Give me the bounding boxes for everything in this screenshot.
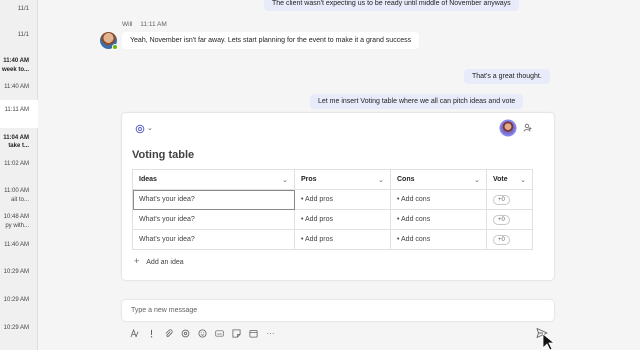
idea-cell[interactable]: What's your idea? <box>132 229 295 250</box>
chat-list-time: 10:29 AM <box>3 297 29 303</box>
loop-icon[interactable] <box>179 327 192 339</box>
table-row: What's your idea? • Add pros • Add cons … <box>132 209 533 230</box>
cons-cell[interactable]: • Add cons <box>390 209 487 230</box>
chat-list-time: 11/1 <box>17 32 29 38</box>
compose-toolbar: GIF ··· <box>128 327 277 339</box>
chat-list-time: 10:29 AM <box>3 269 29 275</box>
sticker-icon[interactable] <box>230 327 243 339</box>
chat-list-time: 11:04 AM <box>3 135 29 141</box>
chat-list-time: 11:00 AM <box>4 188 29 194</box>
idea-cell[interactable]: What's your idea? <box>132 209 295 230</box>
avatar[interactable] <box>100 32 118 50</box>
schedule-icon[interactable] <box>247 327 260 339</box>
message-time: 11:11 AM <box>140 21 167 28</box>
column-header-vote[interactable]: Vote ⌄ <box>486 169 533 190</box>
conversation-pane: The client wasn't expecting us to be rea… <box>38 0 640 350</box>
format-icon[interactable] <box>128 327 141 339</box>
add-idea-label: Add an idea <box>146 259 184 266</box>
vote-cell: +0 <box>486 189 533 210</box>
message-meta: Will 11:11 AM <box>122 21 173 28</box>
column-header-pros[interactable]: Pros ⌄ <box>294 169 391 190</box>
pros-cell[interactable]: • Add pros <box>294 209 391 230</box>
chat-list-time: 11:40 AM <box>3 58 29 64</box>
table-row: What's your idea? • Add pros • Add cons … <box>132 229 533 250</box>
chevron-down-icon[interactable]: ⌄ <box>474 176 480 184</box>
presence-available-icon <box>112 44 118 50</box>
chevron-down-icon[interactable]: ⌄ <box>282 176 288 184</box>
chevron-down-icon[interactable]: ⌄ <box>147 124 153 132</box>
chat-list-preview: ait to... <box>10 197 29 203</box>
chat-list-time: 10:29 AM <box>3 325 29 331</box>
chat-list-time: 11/1 <box>17 6 29 12</box>
emoji-icon[interactable] <box>196 327 209 339</box>
cons-cell[interactable]: • Add cons <box>390 189 487 210</box>
vote-button[interactable]: +0 <box>493 214 510 225</box>
sender-name: Will <box>122 21 133 28</box>
column-header-cons[interactable]: Cons ⌄ <box>390 169 487 190</box>
gif-label: GIF <box>217 331 222 335</box>
chat-list-time: 10:48 AM <box>3 214 29 220</box>
loop-component-icon[interactable] <box>135 124 145 134</box>
outgoing-message[interactable]: The client wasn't expecting us to be rea… <box>264 0 519 11</box>
table-row: What's your idea? • Add pros • Add cons … <box>132 189 533 210</box>
voting-table: Ideas ⌄ Pros ⌄ Cons ⌄ Vote ⌄ What's your ide… <box>132 169 533 250</box>
cons-cell[interactable]: • Add cons <box>390 229 487 250</box>
chevron-down-icon[interactable]: ⌄ <box>520 176 526 184</box>
chat-list-preview: take t... <box>8 143 29 149</box>
chat-list-preview: py with... <box>5 223 29 229</box>
incoming-message[interactable]: Yeah, November isn't far away. Lets star… <box>122 32 420 49</box>
chat-list-time: 11:40 AM <box>4 84 29 90</box>
add-idea-button[interactable]: + Add an idea <box>134 256 184 266</box>
message-input[interactable] <box>122 300 554 321</box>
chevron-down-icon[interactable]: ⌄ <box>378 176 384 184</box>
mouse-cursor-icon <box>543 334 556 350</box>
vote-button[interactable]: +0 <box>493 194 510 205</box>
card-title: Voting table <box>132 149 195 161</box>
share-people-icon[interactable] <box>523 123 533 133</box>
priority-icon[interactable] <box>145 327 158 339</box>
pros-cell[interactable]: • Add pros <box>294 229 391 250</box>
chat-list-time: 11:40 AM <box>4 242 29 248</box>
more-icon[interactable]: ··· <box>264 327 277 339</box>
vote-cell: +0 <box>486 229 533 250</box>
chat-list-item-selected[interactable]: 11:11 AM <box>0 100 38 128</box>
attach-icon[interactable] <box>162 327 175 339</box>
idea-cell[interactable]: What's your idea? <box>132 189 295 210</box>
chat-list-preview: week to... <box>1 67 29 73</box>
outgoing-message[interactable]: That's a great thought. <box>464 69 550 84</box>
outgoing-message[interactable]: Let me insert Voting table where we all … <box>310 94 524 109</box>
chat-list-time: 11:02 AM <box>4 161 29 167</box>
pros-cell[interactable]: • Add pros <box>294 189 391 210</box>
vote-button[interactable]: +0 <box>493 234 510 245</box>
column-header-ideas[interactable]: Ideas ⌄ <box>132 169 295 190</box>
chat-list: 11/1 11/1 11:40 AM week to... 11:40 AM 1… <box>0 0 38 350</box>
compose-box <box>122 300 554 321</box>
vote-cell: +0 <box>486 209 533 230</box>
voting-table-card: ⌄ Voting table Ideas ⌄ Pros ⌄ Cons ⌄ Vote ⌄ … <box>122 113 554 280</box>
plus-icon: + <box>134 256 140 266</box>
collaborator-avatar[interactable] <box>501 121 515 135</box>
gif-icon[interactable]: GIF <box>213 327 226 339</box>
